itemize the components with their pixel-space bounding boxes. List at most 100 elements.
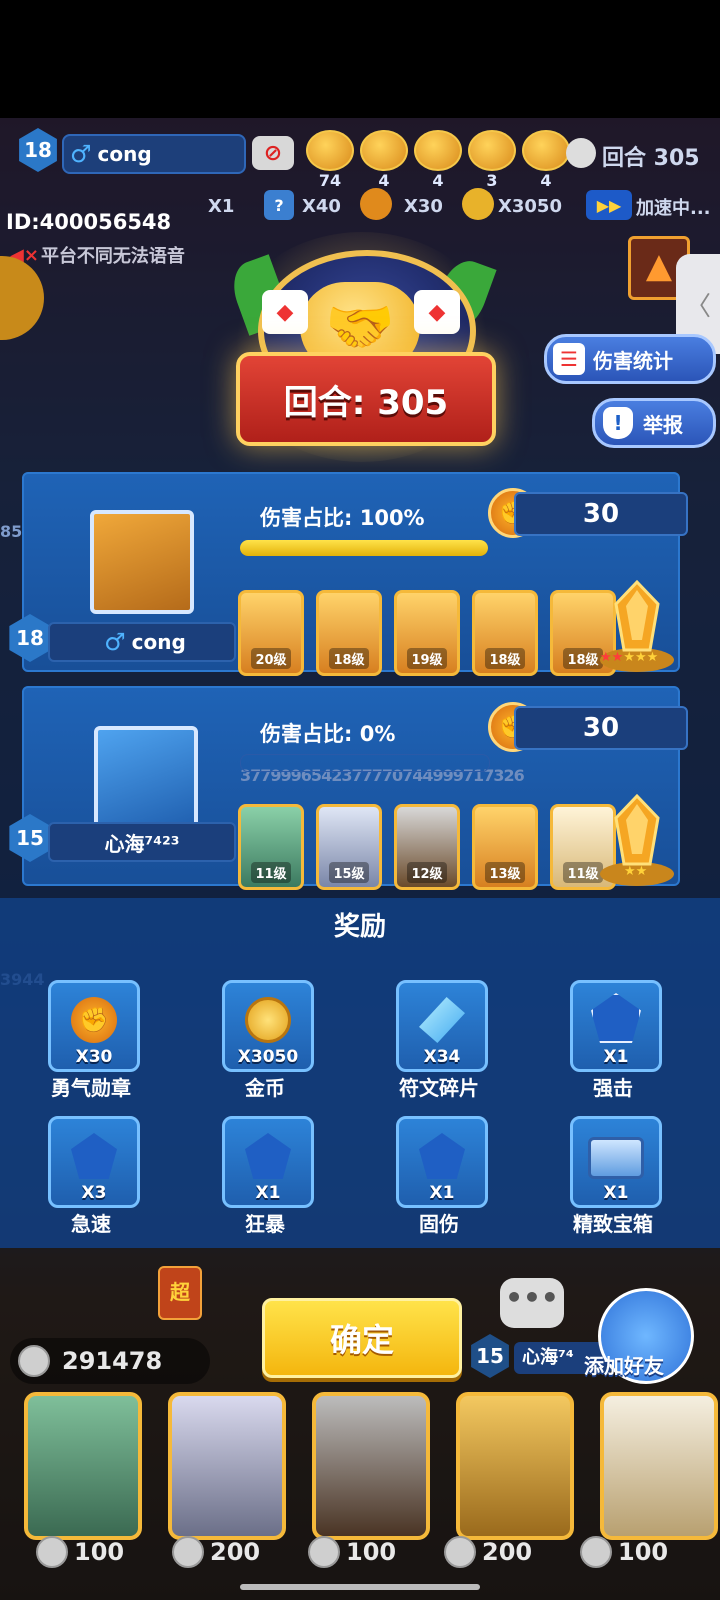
player-portrait[interactable] xyxy=(94,726,198,830)
fixed-damage-badge-icon xyxy=(419,1133,465,1179)
coin-icon xyxy=(36,1536,68,1568)
coin-icon xyxy=(462,188,494,220)
hud-res-x1: X1 xyxy=(208,196,235,217)
damage-share-label: 伤害占比: 0% xyxy=(260,722,396,746)
add-friend-button[interactable]: 添加好友 xyxy=(584,1350,664,1379)
avatar xyxy=(468,130,516,171)
reward-item[interactable]: X1 强击 xyxy=(570,980,673,1101)
round-banner: 回合: 305 xyxy=(236,352,496,446)
player-portrait[interactable] xyxy=(90,510,194,614)
super-tag: 超 xyxy=(158,1266,202,1320)
hero-card[interactable]: 13级 xyxy=(472,804,538,890)
bench-hero-card[interactable] xyxy=(456,1392,574,1540)
fast-forward-icon[interactable]: ▶▶ xyxy=(586,190,632,220)
hero-card[interactable]: 15级 xyxy=(316,804,382,890)
reward-tile: X1 xyxy=(570,980,662,1072)
gamepad-icon xyxy=(566,138,596,168)
score-box: 30 xyxy=(514,492,688,536)
rank-stars: ★★ xyxy=(624,864,648,879)
player-id: ID:400056548 xyxy=(6,210,172,234)
reward-item[interactable]: ✊ X30 勇气勋章 xyxy=(48,980,151,1101)
bench-costs: 100 200 100 200 100 xyxy=(36,1536,700,1568)
reward-tile: X3050 xyxy=(222,980,314,1072)
reward-item[interactable]: X1 狂暴 xyxy=(222,1116,325,1237)
damage-share-value: 0% xyxy=(359,722,396,746)
mute-button[interactable]: ⊘ xyxy=(252,136,294,170)
reward-tile: X1 xyxy=(222,1116,314,1208)
confirm-button[interactable]: 确定 xyxy=(262,1298,462,1378)
hud-avatar[interactable]: 4 xyxy=(360,130,408,190)
rune-shard-icon xyxy=(419,997,465,1043)
medal-icon xyxy=(360,188,392,220)
reward-item[interactable]: X34 符文碎片 xyxy=(396,980,499,1101)
haste-badge-icon xyxy=(71,1133,117,1179)
coin-icon xyxy=(245,997,291,1043)
hud-player-name: cong xyxy=(97,142,152,166)
reward-tile: X1 xyxy=(570,1116,662,1208)
hero-card[interactable]: 20级 xyxy=(238,590,304,676)
hero-card[interactable]: 11级 xyxy=(238,804,304,890)
hero-card[interactable]: 12级 xyxy=(394,804,460,890)
reward-tile: X34 xyxy=(396,980,488,1072)
hud-avatar[interactable]: 4 xyxy=(414,130,462,190)
chat-icon[interactable]: ••• xyxy=(500,1278,564,1328)
score-box: 30 xyxy=(514,706,688,750)
hud-player-namebar: ♂ cong xyxy=(62,134,246,174)
coin-icon xyxy=(580,1536,612,1568)
avatar xyxy=(306,130,354,171)
hud-res-x40: X40 xyxy=(302,196,341,217)
bench-hero-card[interactable] xyxy=(312,1392,430,1540)
reward-item[interactable]: X1 精致宝箱 xyxy=(570,1116,673,1237)
coin-icon xyxy=(18,1345,50,1377)
reward-tile: X1 xyxy=(396,1116,488,1208)
hud-res-x30: X30 xyxy=(404,196,443,217)
hud-avatar[interactable]: 3 xyxy=(468,130,516,190)
bench-hero-card[interactable] xyxy=(600,1392,718,1540)
reward-item[interactable]: X3 急速 xyxy=(48,1116,151,1237)
voice-notice: ◀× 平台不同无法语音 xyxy=(10,244,185,268)
reward-item[interactable]: X1 固伤 xyxy=(396,1116,499,1237)
rewards-title: 奖励 xyxy=(333,912,386,942)
rank-stars: ★★★★★ xyxy=(600,650,659,665)
bench-hero-card[interactable] xyxy=(168,1392,286,1540)
bench-heroes xyxy=(24,1392,718,1540)
hero-card[interactable]: 19级 xyxy=(394,590,460,676)
card-icon: ◆ xyxy=(414,290,460,334)
hud-avatar[interactable]: 74 xyxy=(306,130,354,190)
bench-cost: 200 xyxy=(444,1536,580,1568)
chest-icon xyxy=(588,1137,644,1179)
hud-speedup: 加速中... xyxy=(636,198,711,219)
hero-card[interactable]: 18级 xyxy=(472,590,538,676)
hero-card[interactable]: 18级 xyxy=(316,590,382,676)
avatar xyxy=(414,130,462,171)
list-icon: ☰ xyxy=(553,343,585,375)
bench-hero-card[interactable] xyxy=(24,1392,142,1540)
avatar xyxy=(360,130,408,171)
report-button[interactable]: ! 举报 xyxy=(592,398,716,448)
rage-badge-icon xyxy=(245,1133,291,1179)
card-icon: ◆ xyxy=(262,290,308,334)
reward-item[interactable]: X3050 金币 xyxy=(222,980,325,1101)
home-indicator[interactable] xyxy=(240,1584,480,1590)
hero-lineup: 11级 15级 12级 13级 11级 xyxy=(238,804,616,890)
hud-res-x3050: X3050 xyxy=(498,196,562,217)
damage-share-label: 伤害占比: 100% xyxy=(260,506,425,530)
coin-icon xyxy=(308,1536,340,1568)
coin-counter: 291478 xyxy=(10,1338,210,1384)
player-namebar: ♂ cong xyxy=(48,622,236,662)
bench-cost: 200 xyxy=(172,1536,308,1568)
medal-icon: ✊ xyxy=(71,997,117,1043)
hud-round: 回合 305 xyxy=(602,146,700,171)
reward-tile: X3 xyxy=(48,1116,140,1208)
avatar xyxy=(522,130,570,171)
strike-badge-icon xyxy=(591,993,641,1043)
hero-lineup: 20级 18级 19级 18级 18级 xyxy=(238,590,616,676)
damage-share-bar xyxy=(240,540,488,556)
hud-avatar[interactable]: 4 xyxy=(522,130,570,190)
coin-icon xyxy=(172,1536,204,1568)
male-icon: ♂ xyxy=(70,140,92,168)
damage-stats-button[interactable]: ☰ 伤害统计 xyxy=(544,334,716,384)
damage-share-bar xyxy=(240,754,490,772)
player-namebar: 心海⁷⁴²³ xyxy=(48,822,236,862)
block-icon: ⊘ xyxy=(263,140,283,166)
